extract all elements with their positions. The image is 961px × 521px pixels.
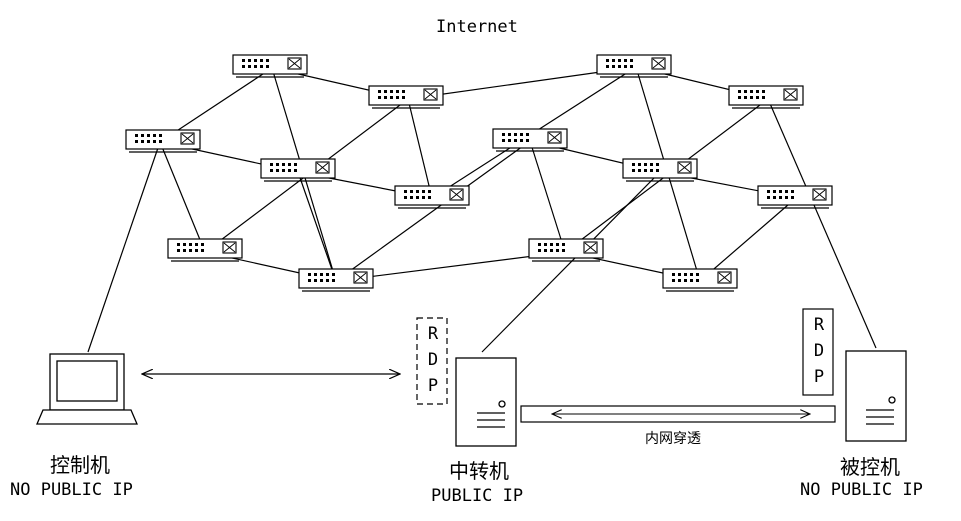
network-switch-icon xyxy=(125,129,201,153)
network-switch-icon xyxy=(757,185,833,209)
controller-status: NO PUBLIC IP xyxy=(10,480,133,500)
server-icon xyxy=(845,350,907,442)
relay-status: PUBLIC IP xyxy=(431,486,524,506)
rdp-target-label: R D P xyxy=(813,315,825,387)
network-switch-icon xyxy=(528,238,604,262)
network-switch-icon xyxy=(492,128,568,152)
tunnel-label: 内网穿透 xyxy=(645,431,701,447)
network-switch-icon xyxy=(298,268,374,292)
network-switch-icon xyxy=(728,85,804,109)
network-switch-icon xyxy=(260,158,336,182)
network-switch-icon xyxy=(368,85,444,109)
network-switch-icon xyxy=(662,268,738,292)
network-diagram xyxy=(36,54,907,447)
controller-name: 控制机 xyxy=(50,453,110,477)
laptop-icon xyxy=(36,353,138,425)
network-switch-icon xyxy=(394,185,470,209)
network-links xyxy=(87,66,877,353)
relay-name: 中转机 xyxy=(449,459,509,483)
network-switches xyxy=(125,54,833,292)
network-switch-icon xyxy=(596,54,672,78)
network-switch-icon xyxy=(167,238,243,262)
rdp-relay-label: R D P xyxy=(427,324,439,396)
network-switch-icon xyxy=(232,54,308,78)
network-switch-icon xyxy=(622,158,698,182)
server-icon xyxy=(455,357,517,447)
target-name: 被控机 xyxy=(840,455,900,479)
target-status: NO PUBLIC IP xyxy=(800,480,923,500)
diagram-title: Internet xyxy=(436,17,518,37)
